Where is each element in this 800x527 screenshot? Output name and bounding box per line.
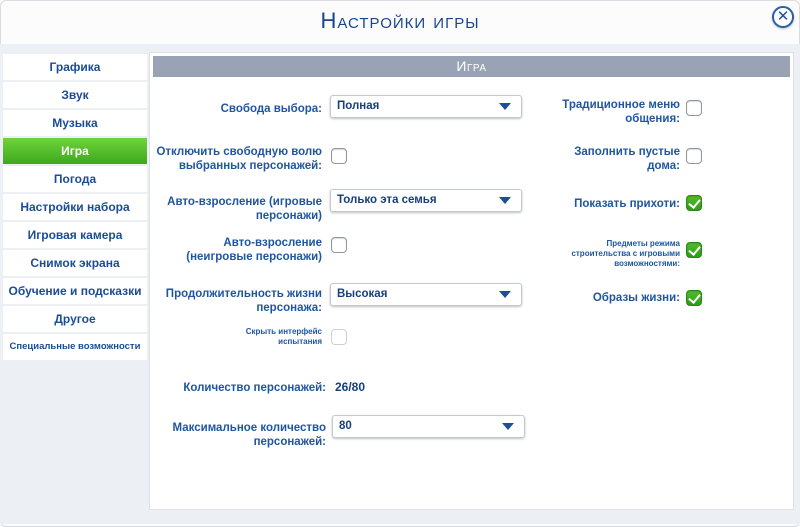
- max-sims-value: 80: [339, 420, 352, 432]
- label-line: Скрыть интерфейс: [245, 327, 322, 336]
- close-icon: ✕: [776, 8, 790, 25]
- label-line: Авто-взросление (игровые: [167, 196, 322, 208]
- sidebar-item-tutorial[interactable]: Обучение и подсказки: [3, 278, 147, 304]
- max-sims-dropdown[interactable]: 80: [332, 415, 525, 438]
- sidebar-item-graphics[interactable]: Графика: [3, 54, 147, 80]
- sim-count-value: 26/80: [335, 380, 366, 394]
- lifespan-value: Высокая: [337, 288, 388, 300]
- label-line: персонажи): [255, 210, 322, 222]
- page-title: Настройки игры: [320, 8, 480, 33]
- label-line: Продолжительность жизни: [165, 288, 322, 300]
- label-line: строительства с игровыми: [571, 249, 680, 258]
- free-will-value: Полная: [337, 100, 380, 112]
- label-line: (неигровые персонажи): [186, 251, 322, 263]
- free-will-dropdown[interactable]: Полная: [330, 95, 522, 118]
- auto-age-played-dropdown[interactable]: Только эта семья: [330, 189, 522, 212]
- build-mode-items-label: Предметы режима строительства с игровыми…: [550, 239, 680, 269]
- lifestyles-checkbox[interactable]: [686, 290, 702, 306]
- panel-header: Игра: [153, 56, 790, 77]
- sidebar-item-music[interactable]: Музыка: [3, 110, 147, 136]
- label-line: Максимальное количество: [172, 422, 326, 434]
- chevron-down-icon: [499, 103, 511, 110]
- auto-age-unplayed-label: Авто-взросление (неигровые персонажи): [154, 236, 322, 264]
- auto-age-played-label: Авто-взросление (игровые персонажи): [154, 195, 322, 223]
- sim-count-label: Количество персонажей:: [183, 382, 326, 394]
- auto-age-played-value: Только эта семья: [337, 194, 437, 206]
- sidebar-item-camera[interactable]: Игровая камера: [3, 222, 147, 248]
- hide-challenge-ui-checkbox: [331, 329, 347, 345]
- label-line: персонажей:: [253, 436, 326, 448]
- fill-empty-houses-checkbox[interactable]: [686, 148, 702, 164]
- chevron-down-icon: [499, 291, 511, 298]
- sidebar-item-weather[interactable]: Погода: [3, 166, 147, 192]
- sidebar-item-accessibility[interactable]: Специальные возможности: [3, 334, 147, 360]
- chevron-down-icon: [502, 423, 514, 430]
- label-line: дома:: [647, 160, 680, 172]
- disable-free-will-label: Отключить свободную волю выбранных персо…: [154, 145, 322, 173]
- hide-challenge-ui-label: Скрыть интерфейс испытания: [210, 327, 322, 347]
- lifespan-label: Продолжительность жизни персонажа:: [154, 287, 322, 315]
- sidebar-item-controls[interactable]: Настройки набора: [3, 194, 147, 220]
- sidebar-item-screenshot[interactable]: Снимок экрана: [3, 250, 147, 276]
- sidebar: Графика Звук Музыка Игра Погода Настройк…: [3, 54, 147, 362]
- traditional-menu-label: Традиционное меню общения:: [550, 98, 680, 126]
- label-line: персонажа:: [256, 302, 322, 314]
- sidebar-item-sound[interactable]: Звук: [3, 82, 147, 108]
- build-mode-items-checkbox[interactable]: [686, 242, 702, 258]
- label-line: возможностями:: [614, 259, 680, 268]
- free-will-label: Свобода выбора:: [220, 103, 322, 115]
- show-whims-label: Показать прихоти:: [574, 198, 680, 210]
- label-line: Заполнить пустые: [574, 146, 680, 158]
- label-line: Предметы режима: [606, 239, 680, 248]
- label-line: общения:: [625, 113, 680, 125]
- traditional-menu-checkbox[interactable]: [686, 100, 702, 116]
- label-line: испытания: [278, 337, 322, 346]
- fill-empty-houses-label: Заполнить пустые дома:: [550, 145, 680, 173]
- label-line: Отключить свободную волю: [156, 146, 322, 158]
- close-button[interactable]: ✕: [772, 6, 794, 28]
- lifespan-dropdown[interactable]: Высокая: [330, 283, 522, 306]
- auto-age-unplayed-checkbox[interactable]: [331, 237, 347, 253]
- sidebar-item-other[interactable]: Другое: [3, 306, 147, 332]
- sidebar-item-game[interactable]: Игра: [3, 138, 147, 164]
- label-line: выбранных персонажей:: [178, 160, 322, 172]
- max-sims-label: Максимальное количество персонажей:: [154, 421, 326, 449]
- disable-free-will-checkbox[interactable]: [331, 148, 347, 164]
- game-settings-panel: Игра Свобода выбора: Полная Отключить св…: [149, 52, 794, 510]
- label-line: Авто-взросление: [223, 237, 322, 249]
- show-whims-checkbox[interactable]: [686, 195, 702, 211]
- chevron-down-icon: [499, 197, 511, 204]
- label-line: Традиционное меню: [562, 99, 680, 111]
- lifestyles-label: Образы жизни:: [592, 292, 680, 304]
